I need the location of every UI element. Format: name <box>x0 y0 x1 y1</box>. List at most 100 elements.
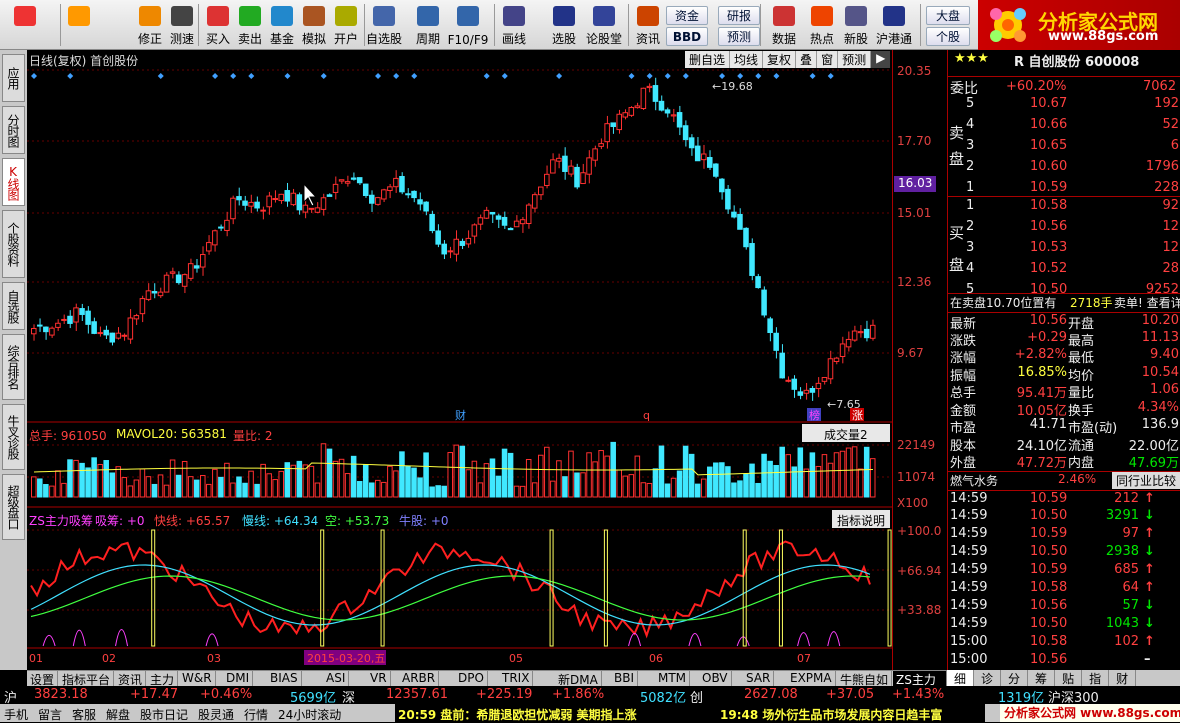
quick-link[interactable]: 解盘 <box>106 706 130 723</box>
indicator-tab[interactable]: BIAS <box>267 671 302 687</box>
left-tab-3[interactable]: 个股资料 <box>2 210 25 278</box>
candle-body <box>809 388 816 393</box>
quick-link[interactable]: 手机 <box>4 706 28 723</box>
quick-link[interactable]: 股市日记 <box>140 706 188 723</box>
left-tab-1[interactable]: 分时图 <box>2 106 25 154</box>
toolbar-hammer-button[interactable]: 模拟 <box>296 4 332 48</box>
chart-menu-item[interactable]: 叠 <box>796 51 818 68</box>
chart-menu-item[interactable]: 均线 <box>730 51 764 68</box>
volume-bar <box>495 475 502 498</box>
indicator-tab[interactable]: 新DMA <box>555 671 602 687</box>
quote-tab[interactable]: 指 <box>1082 670 1110 686</box>
toolbar-new-stock-button[interactable]: 新股 <box>838 4 874 48</box>
candle-body <box>344 181 351 184</box>
toolbar-buy-button[interactable]: 买入 <box>200 4 236 48</box>
indicator-tab[interactable]: W&R <box>179 671 216 687</box>
indicator-tab[interactable]: 资讯 <box>115 671 147 687</box>
event-marker[interactable]: 涨 <box>852 409 863 422</box>
toolbar-sell-button[interactable]: 卖出 <box>232 4 268 48</box>
tick-row: 15:00 10.58 102 ↑ <box>948 634 1180 653</box>
indicator-tab[interactable]: TRIX <box>499 671 534 687</box>
toolbar-fund-button[interactable]: 基金 <box>264 4 300 48</box>
toolbar-hk-button[interactable]: 沪港通 <box>876 4 912 48</box>
chart-menu-item[interactable]: 窗 <box>817 51 839 68</box>
quote-tab[interactable]: 财 <box>1109 670 1137 686</box>
left-tab-7[interactable]: 超级盘口 <box>2 474 25 540</box>
chart-menu-item[interactable]: 删自选 <box>685 51 731 68</box>
left-tab-2[interactable]: K线图 <box>2 158 25 206</box>
indicator-tab[interactable]: 设置 <box>27 671 59 687</box>
left-tab-4[interactable]: 自选股 <box>2 282 25 330</box>
chart-menu-item[interactable]: 预测 <box>838 51 872 68</box>
event-marker[interactable]: q <box>643 409 650 422</box>
kline-chart-area[interactable]: ←19.68 ←7.65 财 q 榜涨 01 02 03 2015-03-20,五 05 06 07 … <box>27 50 947 670</box>
indicator-tab[interactable]: ASI <box>323 671 350 687</box>
toolbar-fix-button[interactable]: 修正 <box>132 4 168 48</box>
indicator-tab[interactable]: EXPMA <box>787 671 836 687</box>
event-marker[interactable]: 财 <box>455 408 466 422</box>
left-tab-5[interactable]: 综合排名 <box>2 334 25 400</box>
tick-row: 14:59 10.50 1043 ↓ <box>948 616 1180 635</box>
indicator-tab[interactable]: 主力 <box>147 671 179 687</box>
indicator-tab[interactable]: DPO <box>455 671 488 687</box>
quick-link[interactable]: 留言 <box>38 706 62 723</box>
toolbar-pe-button[interactable]: 数据 <box>766 4 802 48</box>
quote-tab[interactable]: 诊 <box>974 670 1002 686</box>
toolbar-period-button[interactable]: 周期 <box>410 4 446 48</box>
news-ticker-1[interactable]: 20:59 盘前：希腊退欧担忧减弱 美期指上涨 <box>398 706 637 723</box>
toolbar-lock-button[interactable]: 开户 <box>328 4 364 48</box>
left-tab-0[interactable]: 应用 <box>2 54 25 102</box>
event-marker[interactable]: 榜 <box>809 408 820 422</box>
quote-tab[interactable]: 贴 <box>1055 670 1083 686</box>
toolbar-select-button[interactable]: 选股 <box>546 4 582 48</box>
indicator-tab[interactable]: SAR <box>743 671 775 687</box>
dapan-button[interactable]: 大盘 <box>926 6 970 25</box>
indicator-tab[interactable]: 指标平台 <box>59 671 115 687</box>
up-arrow-icon: ↑ <box>1144 634 1155 649</box>
quick-link[interactable]: 客服 <box>72 706 96 723</box>
left-tab-6[interactable]: 牛叉诊股 <box>2 404 25 470</box>
indicator-help-button[interactable]: 指标说明 <box>832 510 890 528</box>
indicator-tab[interactable]: ZS主力吸筹 <box>893 671 947 704</box>
toolbar-pen-button[interactable]: 画线 <box>496 4 532 48</box>
zijin-button[interactable]: 资金 <box>666 6 708 25</box>
volume-bar <box>109 472 116 498</box>
industry-compare-button[interactable]: 同行业比较 <box>1112 472 1180 489</box>
chart-menu-item[interactable]: 复权 <box>763 51 797 68</box>
quick-link[interactable]: 行情 <box>244 706 268 723</box>
indicator-tab[interactable]: VR <box>367 671 391 687</box>
indicator-tab[interactable]: BBI <box>611 671 639 687</box>
gegu-button[interactable]: 个股 <box>926 27 970 46</box>
indicator-tab[interactable]: ARBR <box>399 671 440 687</box>
vol-mavol: MAVOL20: 563581 <box>116 427 227 441</box>
toolbar-clock-button[interactable]: 测速 <box>164 4 200 48</box>
toolbar-favorites-button[interactable]: 自选股 <box>366 4 402 48</box>
toolbar-windows-button[interactable] <box>8 4 42 48</box>
quote-tab[interactable]: 筹 <box>1028 670 1056 686</box>
toolbar-back-arrow-button[interactable] <box>62 4 96 48</box>
yuce-button[interactable]: 预测 <box>718 27 760 46</box>
news-ticker-2[interactable]: 19:48 场外衍生品市场发展内容日趋丰富 <box>720 706 942 723</box>
toolbar-forum-button[interactable]: 论股堂 <box>586 4 622 48</box>
indicator-tab[interactable]: 牛熊自如 <box>837 671 893 687</box>
volume-bar <box>91 457 97 498</box>
quote-tab[interactable]: 分 <box>1001 670 1029 686</box>
tick-volume: 212 <box>1114 491 1139 506</box>
bbd-button[interactable]: BBD <box>666 27 708 46</box>
favorites-icon <box>373 6 395 26</box>
toolbar-hot-button[interactable]: 热点 <box>804 4 840 48</box>
indicator-tab[interactable]: DMI <box>223 671 254 687</box>
buy-level-row: 3 10.53 12 <box>948 240 1180 259</box>
vol-indicator-select[interactable]: 成交量2 <box>802 424 890 442</box>
quick-link[interactable]: 24小时滚动 <box>278 706 341 723</box>
indicator-tab[interactable]: MTM <box>655 671 691 687</box>
toolbar-f10-button[interactable]: F10/F9 <box>448 4 488 48</box>
candle-body <box>284 190 291 202</box>
yanbao-button[interactable]: 研报 <box>718 6 760 25</box>
quick-link[interactable]: 股灵通 <box>198 706 234 723</box>
chart-menu-arrow-icon[interactable]: ▶ <box>871 51 891 68</box>
quote-tab[interactable]: 细 <box>947 670 975 686</box>
x-axis-label: 07 <box>797 652 811 665</box>
toolbar-news-button[interactable]: 资讯 <box>630 4 666 48</box>
indicator-tab[interactable]: OBV <box>699 671 732 687</box>
